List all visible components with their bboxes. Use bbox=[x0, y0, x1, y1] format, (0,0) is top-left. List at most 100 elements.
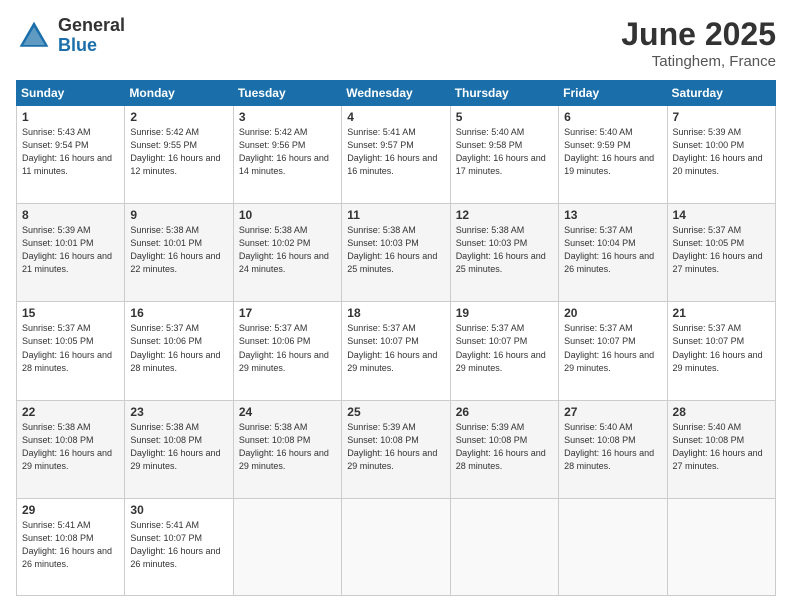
day-info: Sunrise: 5:40 AMSunset: 10:08 PMDaylight… bbox=[564, 421, 661, 473]
day-number: 6 bbox=[564, 110, 661, 124]
calendar-week-row: 29Sunrise: 5:41 AMSunset: 10:08 PMDaylig… bbox=[17, 498, 776, 595]
day-info: Sunrise: 5:41 AMSunset: 9:57 PMDaylight:… bbox=[347, 126, 444, 178]
title-block: June 2025 Tatinghem, France bbox=[621, 16, 776, 70]
weekday-header-sunday: Sunday bbox=[17, 81, 125, 106]
calendar-cell: 5 Sunrise: 5:40 AMSunset: 9:58 PMDaylight… bbox=[450, 106, 558, 204]
calendar-cell: 20 Sunrise: 5:37 AMSunset: 10:07 PMDaylig… bbox=[559, 302, 667, 400]
day-number: 10 bbox=[239, 208, 336, 222]
calendar-cell: 8Sunrise: 5:39 AMSunset: 10:01 PMDayligh… bbox=[17, 204, 125, 302]
day-info: Sunrise: 5:38 AMSunset: 10:01 PMDaylight… bbox=[130, 224, 227, 276]
weekday-header-saturday: Saturday bbox=[667, 81, 775, 106]
day-info: Sunrise: 5:40 AMSunset: 9:59 PMDaylight:… bbox=[564, 126, 661, 178]
day-number: 19 bbox=[456, 306, 553, 320]
logo-icon bbox=[16, 18, 52, 54]
day-number: 16 bbox=[130, 306, 227, 320]
day-number: 24 bbox=[239, 405, 336, 419]
day-number: 7 bbox=[673, 110, 770, 124]
day-info: Sunrise: 5:37 AMSunset: 10:07 PMDaylight… bbox=[564, 322, 661, 374]
calendar-cell bbox=[342, 498, 450, 595]
calendar-cell: 19Sunrise: 5:37 AMSunset: 10:07 PMDaylig… bbox=[450, 302, 558, 400]
calendar-cell bbox=[559, 498, 667, 595]
calendar-cell: 30Sunrise: 5:41 AMSunset: 10:07 PMDaylig… bbox=[125, 498, 233, 595]
day-info: Sunrise: 5:38 AMSunset: 10:03 PMDaylight… bbox=[456, 224, 553, 276]
day-number: 18 bbox=[347, 306, 444, 320]
day-info: Sunrise: 5:40 AMSunset: 10:08 PMDaylight… bbox=[673, 421, 770, 473]
calendar-cell: 23 Sunrise: 5:38 AMSunset: 10:08 PMDaylig… bbox=[125, 400, 233, 498]
day-info: Sunrise: 5:37 AMSunset: 10:07 PMDaylight… bbox=[347, 322, 444, 374]
weekday-header-monday: Monday bbox=[125, 81, 233, 106]
calendar-cell: 14Sunrise: 5:37 AMSunset: 10:05 PMDaylig… bbox=[667, 204, 775, 302]
day-info: Sunrise: 5:37 AMSunset: 10:05 PMDaylight… bbox=[22, 322, 119, 374]
calendar-cell: 18 Sunrise: 5:37 AMSunset: 10:07 PMDaylig… bbox=[342, 302, 450, 400]
calendar-cell: 2Sunrise: 5:42 AMSunset: 9:55 PMDaylight… bbox=[125, 106, 233, 204]
calendar-cell: 10 Sunrise: 5:38 AMSunset: 10:02 PMDaylig… bbox=[233, 204, 341, 302]
calendar-cell bbox=[450, 498, 558, 595]
calendar-cell: 4 Sunrise: 5:41 AMSunset: 9:57 PMDaylight… bbox=[342, 106, 450, 204]
day-number: 4 bbox=[347, 110, 444, 124]
day-info: Sunrise: 5:40 AMSunset: 9:58 PMDaylight:… bbox=[456, 126, 553, 178]
weekday-header-friday: Friday bbox=[559, 81, 667, 106]
day-number: 12 bbox=[456, 208, 553, 222]
calendar-cell: 3 Sunrise: 5:42 AMSunset: 9:56 PMDaylight… bbox=[233, 106, 341, 204]
day-number: 26 bbox=[456, 405, 553, 419]
location: Tatinghem, France bbox=[621, 53, 776, 70]
day-number: 27 bbox=[564, 405, 661, 419]
day-info: Sunrise: 5:42 AMSunset: 9:56 PMDaylight:… bbox=[239, 126, 336, 178]
day-info: Sunrise: 5:41 AMSunset: 10:07 PMDaylight… bbox=[130, 519, 227, 571]
calendar-week-row: 15 Sunrise: 5:37 AMSunset: 10:05 PMDaylig… bbox=[17, 302, 776, 400]
calendar-cell bbox=[233, 498, 341, 595]
calendar-week-row: 1 Sunrise: 5:43 AMSunset: 9:54 PMDaylight… bbox=[17, 106, 776, 204]
day-info: Sunrise: 5:39 AMSunset: 10:01 PMDaylight… bbox=[22, 224, 119, 276]
day-number: 3 bbox=[239, 110, 336, 124]
weekday-header-row: SundayMondayTuesdayWednesdayThursdayFrid… bbox=[17, 81, 776, 106]
calendar-cell: 12 Sunrise: 5:38 AMSunset: 10:03 PMDaylig… bbox=[450, 204, 558, 302]
weekday-header-tuesday: Tuesday bbox=[233, 81, 341, 106]
calendar-cell: 17 Sunrise: 5:37 AMSunset: 10:06 PMDaylig… bbox=[233, 302, 341, 400]
day-number: 11 bbox=[347, 208, 444, 222]
calendar-cell: 15 Sunrise: 5:37 AMSunset: 10:05 PMDaylig… bbox=[17, 302, 125, 400]
calendar-cell: 16 Sunrise: 5:37 AMSunset: 10:06 PMDaylig… bbox=[125, 302, 233, 400]
calendar-cell: 27 Sunrise: 5:40 AMSunset: 10:08 PMDaylig… bbox=[559, 400, 667, 498]
day-info: Sunrise: 5:38 AMSunset: 10:08 PMDaylight… bbox=[22, 421, 119, 473]
calendar-table: SundayMondayTuesdayWednesdayThursdayFrid… bbox=[16, 80, 776, 596]
day-info: Sunrise: 5:37 AMSunset: 10:06 PMDaylight… bbox=[239, 322, 336, 374]
calendar-cell: 21Sunrise: 5:37 AMSunset: 10:07 PMDaylig… bbox=[667, 302, 775, 400]
logo-text: General Blue bbox=[58, 16, 125, 56]
calendar-cell: 1 Sunrise: 5:43 AMSunset: 9:54 PMDaylight… bbox=[17, 106, 125, 204]
calendar-cell: 13 Sunrise: 5:37 AMSunset: 10:04 PMDaylig… bbox=[559, 204, 667, 302]
day-number: 13 bbox=[564, 208, 661, 222]
day-number: 5 bbox=[456, 110, 553, 124]
day-info: Sunrise: 5:37 AMSunset: 10:05 PMDaylight… bbox=[673, 224, 770, 276]
day-info: Sunrise: 5:41 AMSunset: 10:08 PMDaylight… bbox=[22, 519, 119, 571]
day-number: 17 bbox=[239, 306, 336, 320]
logo-general: General bbox=[58, 16, 125, 36]
day-number: 20 bbox=[564, 306, 661, 320]
day-number: 21 bbox=[673, 306, 770, 320]
page: General Blue June 2025 Tatinghem, France… bbox=[0, 0, 792, 612]
day-number: 1 bbox=[22, 110, 119, 124]
day-number: 28 bbox=[673, 405, 770, 419]
day-info: Sunrise: 5:39 AMSunset: 10:08 PMDaylight… bbox=[347, 421, 444, 473]
calendar-week-row: 8Sunrise: 5:39 AMSunset: 10:01 PMDayligh… bbox=[17, 204, 776, 302]
calendar-cell: 11 Sunrise: 5:38 AMSunset: 10:03 PMDaylig… bbox=[342, 204, 450, 302]
day-number: 22 bbox=[22, 405, 119, 419]
weekday-header-thursday: Thursday bbox=[450, 81, 558, 106]
header: General Blue June 2025 Tatinghem, France bbox=[16, 16, 776, 70]
logo: General Blue bbox=[16, 16, 125, 56]
calendar-cell: 29Sunrise: 5:41 AMSunset: 10:08 PMDaylig… bbox=[17, 498, 125, 595]
day-info: Sunrise: 5:39 AMSunset: 10:08 PMDaylight… bbox=[456, 421, 553, 473]
day-info: Sunrise: 5:38 AMSunset: 10:03 PMDaylight… bbox=[347, 224, 444, 276]
calendar-cell: 22 Sunrise: 5:38 AMSunset: 10:08 PMDaylig… bbox=[17, 400, 125, 498]
calendar-cell: 6 Sunrise: 5:40 AMSunset: 9:59 PMDaylight… bbox=[559, 106, 667, 204]
day-info: Sunrise: 5:38 AMSunset: 10:02 PMDaylight… bbox=[239, 224, 336, 276]
day-number: 9 bbox=[130, 208, 227, 222]
day-number: 23 bbox=[130, 405, 227, 419]
calendar-cell: 25Sunrise: 5:39 AMSunset: 10:08 PMDaylig… bbox=[342, 400, 450, 498]
day-number: 15 bbox=[22, 306, 119, 320]
weekday-header-wednesday: Wednesday bbox=[342, 81, 450, 106]
calendar-cell: 9 Sunrise: 5:38 AMSunset: 10:01 PMDayligh… bbox=[125, 204, 233, 302]
day-info: Sunrise: 5:37 AMSunset: 10:06 PMDaylight… bbox=[130, 322, 227, 374]
day-info: Sunrise: 5:37 AMSunset: 10:04 PMDaylight… bbox=[564, 224, 661, 276]
day-info: Sunrise: 5:43 AMSunset: 9:54 PMDaylight:… bbox=[22, 126, 119, 178]
day-info: Sunrise: 5:38 AMSunset: 10:08 PMDaylight… bbox=[130, 421, 227, 473]
